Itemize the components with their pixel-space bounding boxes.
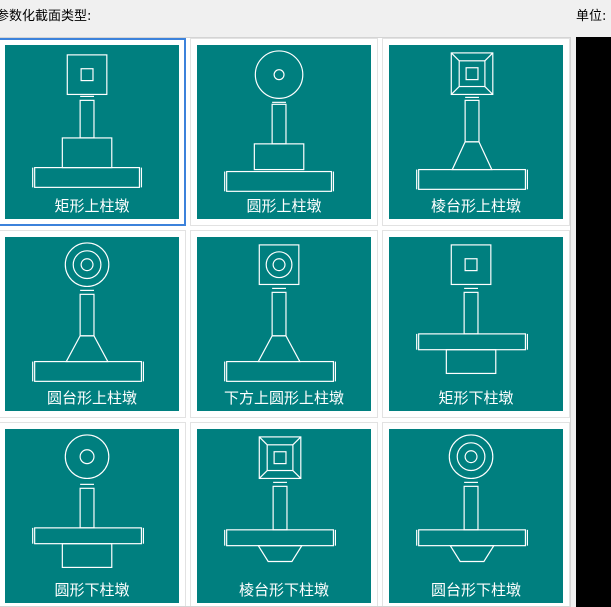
tile-label: 圆形上柱墩	[246, 197, 322, 215]
tile-bg: 圆台形下柱墩	[389, 429, 563, 603]
tile-square-bottom-round-top-upper-pier[interactable]: 下方上圆形上柱墩	[190, 230, 378, 418]
tile-bg: 棱台形上柱墩	[389, 45, 563, 219]
tile-label: 圆台形下柱墩	[430, 581, 521, 599]
tile-label: 圆台形上柱墩	[46, 389, 137, 407]
tile-frustum-lower-pier[interactable]: 棱台形下柱墩	[190, 422, 378, 606]
tile-rect-upper-pier[interactable]: 矩形上柱墩	[0, 38, 186, 226]
frustum-upper-pier-icon	[416, 52, 529, 190]
tile-round-upper-pier[interactable]: 圆形上柱墩	[190, 38, 378, 226]
tile-bg: 矩形上柱墩	[5, 45, 179, 219]
tile-bg: 矩形下柱墩	[389, 237, 563, 411]
section-type-label: 参数化截面类型:	[0, 9, 92, 24]
tile-rect-lower-pier[interactable]: 矩形下柱墩	[382, 230, 570, 418]
round-lower-pier-icon	[32, 434, 145, 569]
round-upper-pier-icon	[224, 50, 335, 192]
tile-label: 圆形下柱墩	[54, 581, 130, 599]
tile-label: 棱台形上柱墩	[430, 197, 521, 215]
tile-frustum-upper-pier[interactable]: 棱台形上柱墩	[382, 38, 570, 226]
tile-cone-frustum-lower-pier[interactable]: 圆台形下柱墩	[382, 422, 570, 606]
tile-cone-frustum-upper-pier[interactable]: 圆台形上柱墩	[0, 230, 186, 418]
section-type-grid[interactable]: 矩形上柱墩 圆形上柱墩 棱台形上柱墩 圆台形上柱墩 下方上圆形上柱墩 矩形下柱墩…	[0, 37, 571, 607]
tile-bg: 棱台形下柱墩	[197, 429, 371, 603]
tile-label: 矩形上柱墩	[54, 197, 130, 215]
square-bottom-round-top-upper-pier-icon	[224, 244, 337, 382]
frustum-lower-pier-icon	[224, 436, 337, 563]
tile-label: 矩形下柱墩	[438, 389, 514, 407]
unit-label: 单位:	[576, 9, 607, 24]
tile-bg: 圆形上柱墩	[197, 45, 371, 219]
tile-bg: 圆形下柱墩	[5, 429, 179, 603]
tile-label: 棱台形下柱墩	[238, 581, 329, 599]
rect-lower-pier-icon	[416, 244, 529, 375]
cone-frustum-upper-pier-icon	[32, 242, 145, 382]
tile-round-lower-pier[interactable]: 圆形下柱墩	[0, 422, 186, 606]
tile-bg: 下方上圆形上柱墩	[197, 237, 371, 411]
section-preview-canvas	[576, 37, 611, 607]
cone-frustum-lower-pier-icon	[416, 434, 529, 563]
tile-bg: 圆台形上柱墩	[5, 237, 179, 411]
rect-upper-pier-icon	[32, 54, 143, 188]
tile-label: 下方上圆形上柱墩	[223, 389, 344, 407]
